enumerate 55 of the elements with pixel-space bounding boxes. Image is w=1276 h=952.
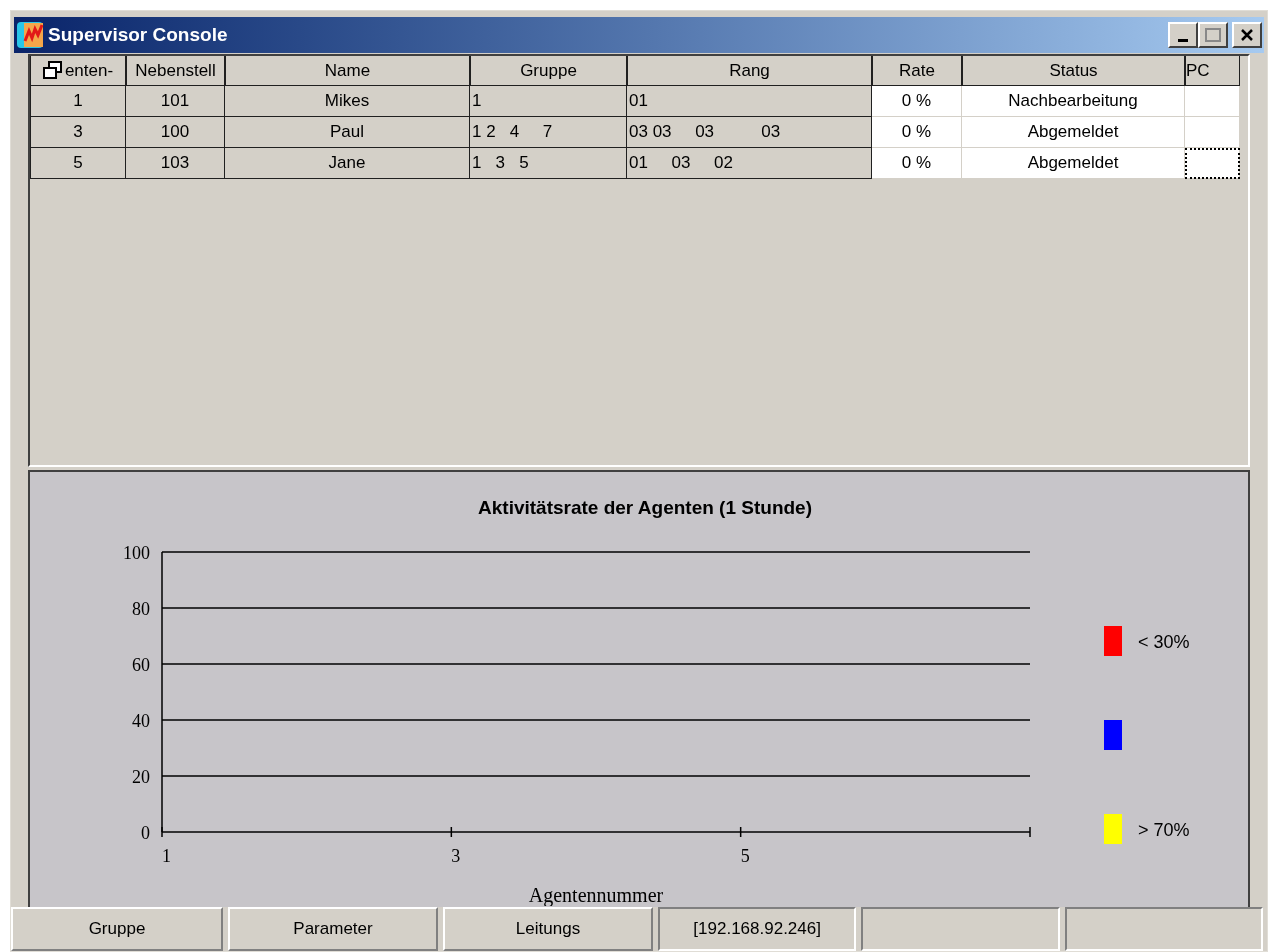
chart-title: Aktivitätsrate der Agenten (1 Stunde) bbox=[478, 497, 812, 519]
column-header[interactable]: Rang bbox=[627, 55, 872, 86]
table-cell: Mikes bbox=[225, 85, 470, 117]
x-tick-label: 3 bbox=[451, 846, 461, 867]
close-button[interactable] bbox=[1232, 21, 1262, 48]
table-cell: 5 bbox=[30, 147, 126, 179]
column-header[interactable]: Gruppe bbox=[470, 55, 627, 86]
table-cell: 1 2 4 7 bbox=[470, 116, 627, 148]
x-tick-label: 1 bbox=[162, 846, 171, 867]
legend-label: < 30% bbox=[1138, 632, 1190, 653]
table-cell: 1 3 5 bbox=[470, 147, 627, 179]
table-cell: 1 bbox=[470, 85, 627, 117]
table-cell: 100 bbox=[126, 116, 225, 148]
table-cell: 3 bbox=[30, 116, 126, 148]
y-tick-label: 60 bbox=[132, 655, 150, 676]
table-cell: Nachbearbeitung bbox=[962, 85, 1185, 117]
close-icon bbox=[1240, 28, 1254, 41]
status-bar-button[interactable]: Leitungs bbox=[443, 907, 653, 951]
table-cell: 01 bbox=[627, 85, 872, 117]
x-axis-label: Agentennummer bbox=[528, 884, 664, 907]
column-header[interactable]: Name bbox=[225, 55, 470, 86]
table-cell: 1 bbox=[30, 85, 126, 117]
table-cell: 01 03 02 bbox=[627, 147, 872, 179]
y-tick-label: 0 bbox=[141, 823, 150, 844]
table-cell: Paul bbox=[225, 116, 470, 148]
ip-address: [192.168.92.246] bbox=[693, 918, 821, 941]
status-bar-button[interactable]: Gruppe bbox=[11, 907, 223, 951]
table-cell: 101 bbox=[126, 85, 225, 117]
app-icon bbox=[16, 20, 44, 49]
table-cell: 0 % bbox=[872, 85, 962, 117]
legend-label: > 70% bbox=[1138, 820, 1190, 841]
window-restore-icon bbox=[42, 61, 63, 80]
x-tick-label: 5 bbox=[740, 846, 750, 867]
minimize-icon bbox=[1178, 38, 1188, 42]
y-tick-label: 100 bbox=[123, 543, 150, 564]
table-cell: Abgemeldet bbox=[962, 147, 1185, 179]
column-header[interactable]: PC bbox=[1185, 55, 1240, 86]
y-tick-label: 20 bbox=[132, 767, 150, 788]
status-bar-button[interactable]: Parameter bbox=[228, 907, 438, 951]
maximize-button[interactable] bbox=[1198, 21, 1228, 48]
y-tick-label: 40 bbox=[132, 711, 150, 732]
table-cell: Abgemeldet bbox=[962, 116, 1185, 148]
maximize-icon bbox=[1205, 27, 1221, 42]
table-cell: 0 % bbox=[872, 116, 962, 148]
minimize-button[interactable] bbox=[1168, 21, 1198, 48]
table-cell: 103 bbox=[126, 147, 225, 179]
window-title: Supervisor Console bbox=[48, 22, 228, 47]
y-tick-label: 80 bbox=[132, 599, 150, 620]
table-cell: 0 % bbox=[872, 147, 962, 179]
column-header[interactable]: Status bbox=[962, 55, 1185, 86]
column-header[interactable]: Nebenstell bbox=[126, 55, 225, 86]
table-cell: Jane bbox=[225, 147, 470, 179]
table-cell: 03 03 03 03 bbox=[627, 116, 872, 148]
column-header[interactable]: enten- bbox=[30, 55, 126, 86]
column-header[interactable]: Rate bbox=[872, 55, 962, 86]
